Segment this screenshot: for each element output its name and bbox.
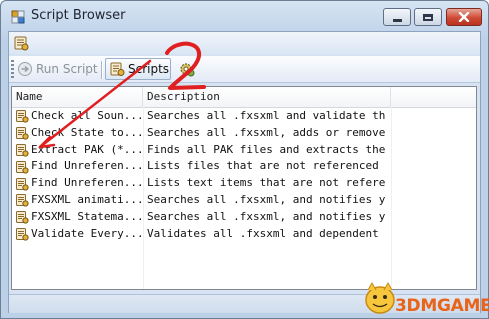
run-script-label: Run Script bbox=[36, 62, 98, 76]
script-file-icon bbox=[16, 177, 29, 191]
close-button[interactable] bbox=[446, 8, 482, 26]
maximize-button[interactable] bbox=[414, 8, 442, 26]
column-header-description[interactable]: Description bbox=[143, 87, 391, 107]
script-list[interactable]: Name Description Check all Soun... Search… bbox=[11, 86, 477, 290]
list-item[interactable]: Extract PAK (*... Finds all PAK files and… bbox=[12, 142, 476, 159]
script-file-icon bbox=[16, 143, 29, 157]
minimize-icon bbox=[392, 18, 402, 22]
script-name-text: FXSXML animati... bbox=[31, 192, 141, 206]
script-description: Validates all .fxsxml and dependent ... bbox=[147, 226, 387, 240]
list-item[interactable]: Find Unreferen... Lists text items that a… bbox=[12, 175, 476, 192]
watermark-text: 3DMGAME bbox=[395, 296, 489, 316]
script-name: Find Unreferen... bbox=[15, 158, 141, 175]
script-icon[interactable] bbox=[13, 35, 29, 51]
script-description: Finds all PAK files and extracts the... bbox=[147, 142, 387, 156]
maximize-icon bbox=[423, 13, 433, 21]
script-name-text: Find Unreferen... bbox=[31, 159, 141, 173]
script-browser-window: Script Browser Run Script Scripts Name D… bbox=[0, 0, 489, 319]
script-file-icon bbox=[16, 194, 29, 207]
script-name: FXSXML Statema... bbox=[15, 209, 141, 226]
run-arrow-icon bbox=[18, 62, 32, 76]
script-name-text: Validate Every... bbox=[31, 226, 141, 240]
title-bar[interactable]: Script Browser bbox=[1, 1, 488, 31]
list-item[interactable]: Check State to... Searches all .fxsxml, a… bbox=[12, 125, 476, 142]
script-file-icon bbox=[16, 110, 29, 123]
client-area: Run Script Scripts Name Description Chec… bbox=[8, 31, 481, 313]
script-name: Extract PAK (*... bbox=[15, 142, 141, 159]
script-description: Lists text items that are not refere... bbox=[147, 176, 387, 190]
script-name: Validate Every... bbox=[15, 226, 141, 243]
run-script-button[interactable]: Run Script bbox=[14, 58, 100, 80]
gear-script-icon bbox=[180, 63, 195, 77]
menu-strip bbox=[9, 32, 480, 54]
script-description: Searches all .fxsxml and validate th... bbox=[147, 109, 387, 122]
script-name-text: Find Unreferen... bbox=[31, 176, 141, 190]
app-icon bbox=[11, 10, 25, 24]
script-name: FXSXML animati... bbox=[15, 192, 141, 209]
list-rows: Check all Soun... Searches all .fxsxml an… bbox=[12, 108, 476, 242]
minimize-button[interactable] bbox=[383, 8, 411, 26]
close-icon bbox=[458, 12, 470, 22]
list-item[interactable]: FXSXML Statema... Searches all .fxsxml, a… bbox=[12, 209, 476, 226]
toolbar-separator bbox=[101, 61, 103, 79]
script-name-text: FXSXML Statema... bbox=[31, 209, 141, 223]
script-name: Check all Soun... bbox=[15, 108, 141, 125]
script-file-icon bbox=[16, 160, 29, 174]
column-header-filler bbox=[391, 87, 476, 107]
list-item[interactable]: Validate Every... Validates all .fxsxml a… bbox=[12, 226, 476, 243]
script-description: Searches all .fxsxml, and notifies y... bbox=[147, 192, 387, 206]
script-description: Lists files that are not referenced bbox=[147, 159, 379, 173]
script-name-text: Check State to... bbox=[31, 125, 141, 139]
script-file-icon bbox=[16, 211, 29, 224]
list-item[interactable]: Check all Soun... Searches all .fxsxml an… bbox=[12, 108, 476, 125]
scripts-icon bbox=[110, 62, 125, 76]
column-header-name[interactable]: Name bbox=[12, 87, 143, 107]
list-header: Name Description bbox=[12, 87, 476, 108]
script-name: Check State to... bbox=[15, 125, 141, 142]
toolbar: Run Script Scripts bbox=[9, 56, 480, 83]
script-name: Find Unreferen... bbox=[15, 175, 141, 192]
window-title: Script Browser bbox=[31, 8, 126, 23]
scripts-label: Scripts bbox=[128, 62, 170, 76]
scripts-button[interactable]: Scripts bbox=[105, 58, 171, 80]
list-item[interactable]: FXSXML animati... Searches all .fxsxml, a… bbox=[12, 192, 476, 209]
script-file-icon bbox=[16, 127, 29, 140]
script-description: Searches all .fxsxml, and notifies y... bbox=[147, 209, 387, 223]
script-settings-button[interactable] bbox=[175, 58, 195, 80]
script-name-text: Extract PAK (*... bbox=[31, 142, 141, 156]
list-item[interactable]: Find Unreferen... Lists files that are no… bbox=[12, 158, 476, 175]
script-description: Searches all .fxsxml, adds or remove... bbox=[147, 125, 387, 139]
script-name-text: Check all Soun... bbox=[31, 109, 141, 122]
script-file-icon bbox=[16, 227, 29, 241]
